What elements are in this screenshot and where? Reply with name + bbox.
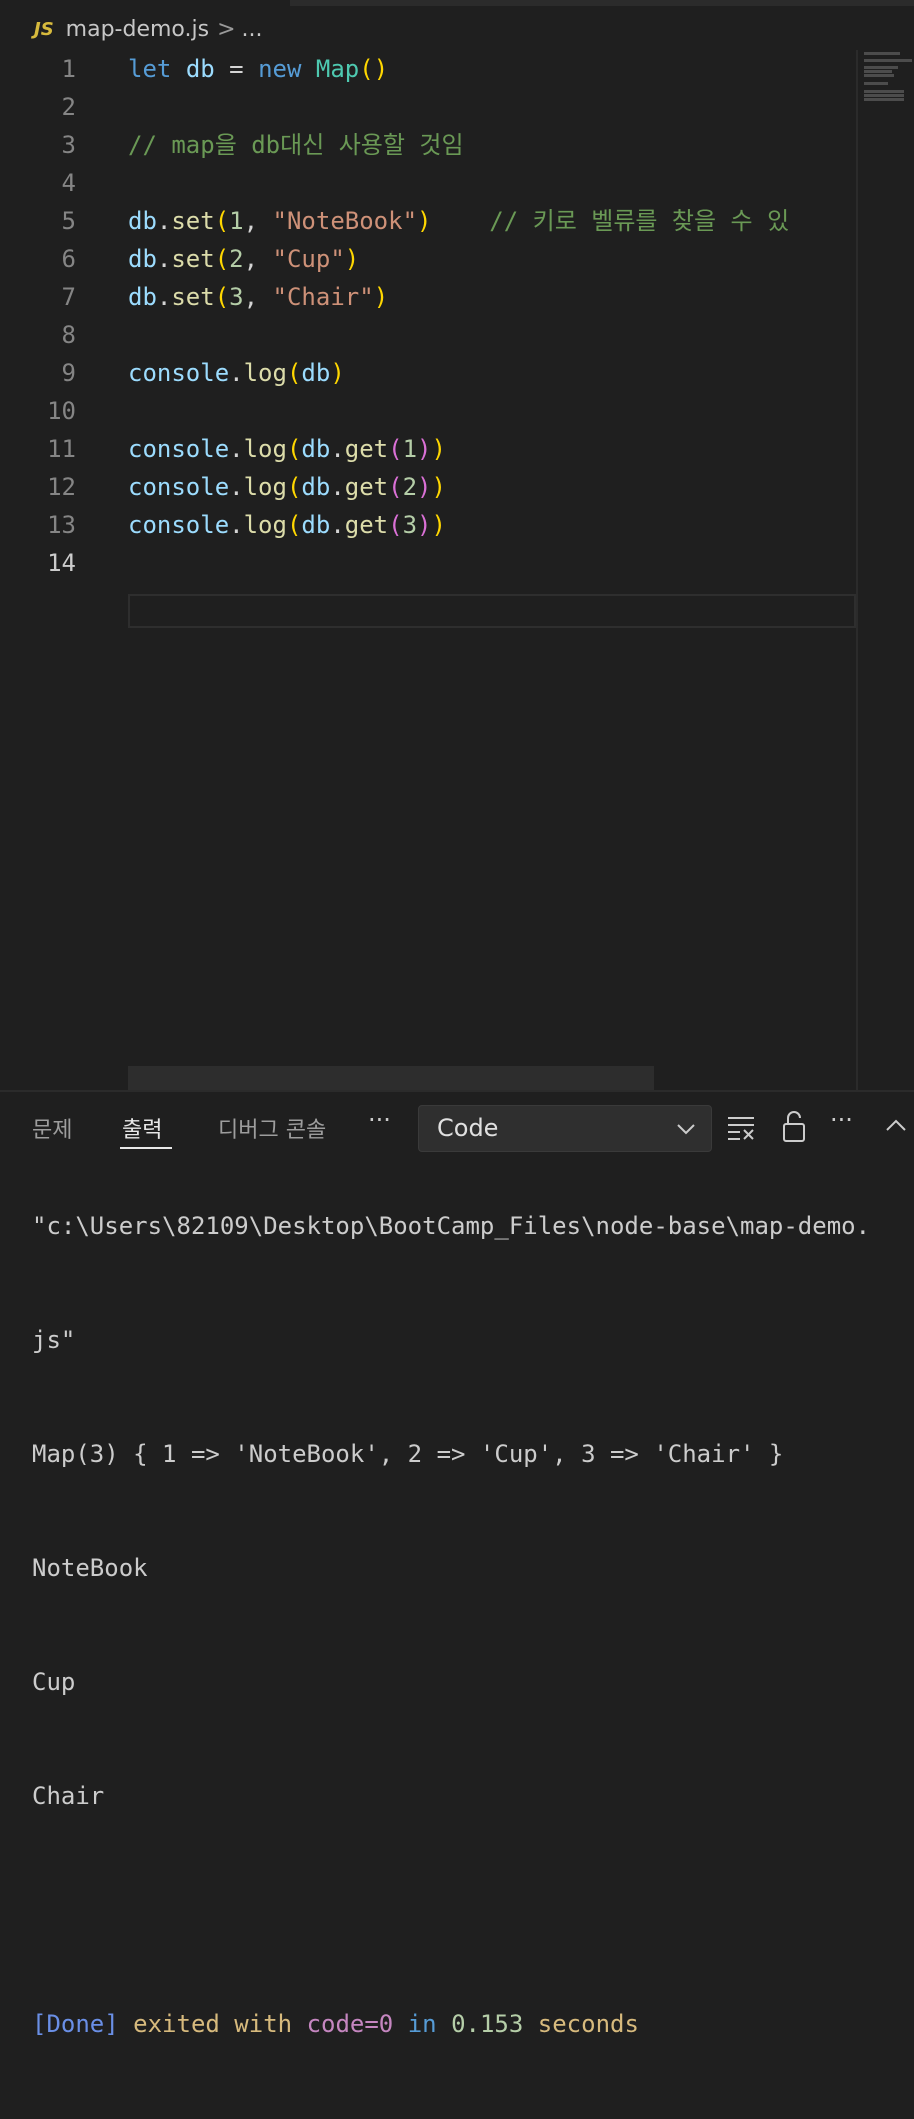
code-text: console.log(db.get(3)) — [128, 511, 446, 539]
output-panel: 문제 출력 디버그 콘솔 ··· Code ··· "c:\Users\8210… — [0, 1090, 914, 2038]
line-number: 6 — [61, 245, 76, 273]
line-number: 5 — [61, 207, 76, 235]
output-path-continuation: js" — [32, 1326, 76, 1354]
output-value-1: NoteBook — [32, 1554, 148, 1582]
code-line[interactable]: 4 — [0, 164, 856, 202]
active-tab-indicator — [120, 1147, 172, 1149]
output-value-2: Cup — [32, 1668, 76, 1696]
done-tag: [Done] — [32, 2010, 119, 2038]
output-value-3: Chair — [32, 1782, 105, 1810]
line-number: 10 — [47, 397, 76, 425]
done-code: code=0 — [306, 2010, 394, 2038]
done-seconds: seconds — [537, 2010, 639, 2038]
code-line[interactable]: 10 — [0, 392, 856, 430]
output-text: "c:\Users\82109\Desktop\BootCamp_Files\n… — [32, 1150, 912, 2119]
code-text: // map을 db대신 사용할 것임 — [128, 131, 464, 159]
code-line[interactable]: 9 console.log(db) — [0, 354, 856, 392]
breadcrumb-separator-icon: > — [217, 16, 236, 42]
code-text: console.log(db.get(1)) — [128, 435, 446, 463]
output-blank-line — [32, 1891, 912, 1929]
title-bar-strip — [0, 0, 914, 6]
line-number: 9 — [61, 359, 76, 387]
output-map-line: Map(3) { 1 => 'NoteBook', 2 => 'Cup', 3 … — [32, 1440, 784, 1468]
output-channel-value: Code — [437, 1114, 499, 1142]
line-number: 11 — [47, 435, 76, 463]
line-number: 14 — [47, 549, 76, 577]
code-line[interactable]: 13 console.log(db.get(3)) — [0, 506, 856, 544]
code-editor[interactable]: 1 let db = new Map() 2 3 // map을 db대신 사용할 것임… — [0, 50, 856, 1090]
clear-output-icon[interactable] — [726, 1114, 758, 1142]
code-line[interactable]: 3 // map을 db대신 사용할 것임 — [0, 126, 856, 164]
line-number: 8 — [61, 321, 76, 349]
output-channel-select[interactable]: Code — [418, 1105, 712, 1152]
tab-debug-console[interactable]: 디버그 콘솔 — [218, 1112, 326, 1144]
line-number: 2 — [61, 93, 76, 121]
done-text: exited with — [133, 2010, 293, 2038]
code-text: db.set(3, "Chair") — [128, 283, 389, 311]
javascript-file-icon: JS — [34, 18, 54, 40]
lock-scroll-icon[interactable] — [780, 1110, 808, 1144]
code-line[interactable]: 8 — [0, 316, 856, 354]
tab-output[interactable]: 출력 — [122, 1112, 162, 1144]
output-path-line: "c:\Users\82109\Desktop\BootCamp_Files\n… — [32, 1212, 871, 1240]
code-text: console.log(db.get(2)) — [128, 473, 446, 501]
chevron-down-icon — [677, 1124, 695, 1135]
code-line[interactable]: 2 — [0, 88, 856, 126]
code-line[interactable]: 11 console.log(db.get(1)) — [0, 430, 856, 468]
line-number: 7 — [61, 283, 76, 311]
done-in: in — [407, 2010, 437, 2038]
line-number: 3 — [61, 131, 76, 159]
tab-problems[interactable]: 문제 — [32, 1112, 72, 1144]
current-line-highlight — [128, 594, 856, 628]
line-number: 12 — [47, 473, 76, 501]
line-number: 13 — [47, 511, 76, 539]
chevron-up-icon[interactable] — [884, 1116, 908, 1134]
code-line[interactable]: 5 db.set(1, "NoteBook") // 키로 벨류를 찾을 수 있 — [0, 202, 856, 240]
minimap[interactable] — [856, 50, 914, 1090]
code-line[interactable]: 12 console.log(db.get(2)) — [0, 468, 856, 506]
more-tabs-icon[interactable]: ··· — [368, 1106, 391, 1134]
code-text: db.set(1, "NoteBook") // 키로 벨류를 찾을 수 있 — [128, 207, 790, 235]
done-time: 0.153 — [451, 2010, 524, 2038]
code-text: let db = new Map() — [128, 55, 389, 83]
code-line[interactable]: 7 db.set(3, "Chair") — [0, 278, 856, 316]
horizontal-scrollbar[interactable] — [128, 1066, 654, 1090]
line-number: 4 — [61, 169, 76, 197]
tab-bar-area — [290, 0, 914, 6]
code-line[interactable]: 6 db.set(2, "Cup") — [0, 240, 856, 278]
line-number: 1 — [61, 55, 76, 83]
output-done-line: [Done] exited with code=0 in 0.153 secon… — [32, 2005, 912, 2043]
code-text: db.set(2, "Cup") — [128, 245, 360, 273]
code-line[interactable]: 14 — [0, 544, 856, 582]
breadcrumb: JS map-demo.js > ... — [0, 8, 856, 50]
breadcrumb-file[interactable]: map-demo.js — [66, 17, 209, 42]
code-text: console.log(db) — [128, 359, 345, 387]
breadcrumb-more[interactable]: ... — [242, 17, 263, 42]
more-actions-icon[interactable]: ··· — [830, 1106, 853, 1134]
code-line[interactable]: 1 let db = new Map() — [0, 50, 856, 88]
